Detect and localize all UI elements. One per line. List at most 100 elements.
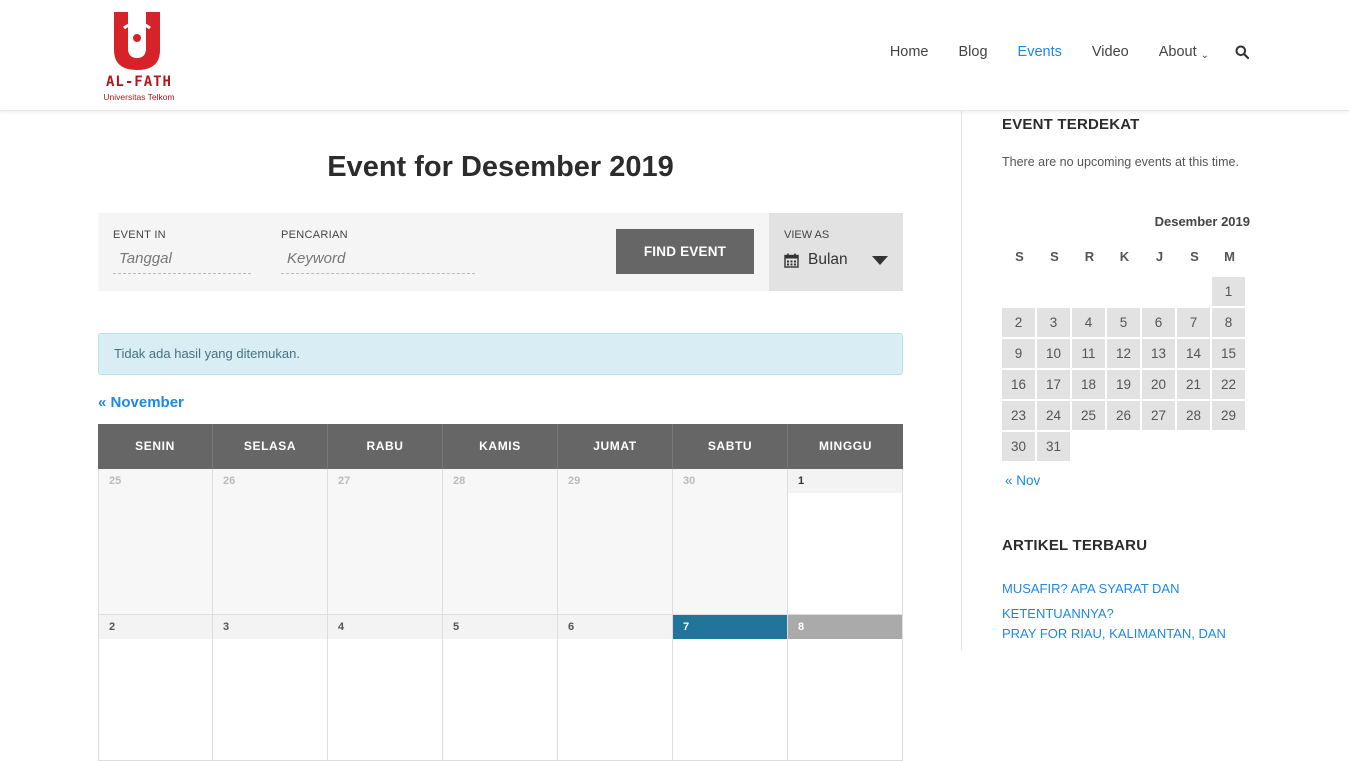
day-number: 4 [328,615,442,639]
page-title: Event for Desember 2019 [327,151,674,183]
day-number: 3 [213,615,327,639]
calendar-day[interactable]: 26 [213,469,328,615]
mini-calendar-day[interactable]: 31 [1037,432,1070,461]
calendar-day[interactable]: 2 [98,615,213,761]
mini-calendar-empty [1072,277,1105,306]
mini-calendar-dow: S S R K J S M [1002,240,1250,277]
calendar-day[interactable]: 29 [558,469,673,615]
logo-subtitle: Universitas Telkom [103,92,175,102]
recent-article-link[interactable]: MUSAFIR? APA SYARAT DAN KETENTUANNYA? [1002,576,1232,626]
mini-calendar-day[interactable]: 16 [1002,370,1035,399]
mini-calendar-day[interactable]: 8 [1212,308,1245,337]
mini-calendar-day[interactable]: 11 [1072,339,1105,368]
calendar-day[interactable]: 30 [673,469,788,615]
mini-calendar-day[interactable]: 5 [1107,308,1140,337]
mini-calendar-day[interactable]: 7 [1177,308,1210,337]
nav-blog[interactable]: Blog [959,44,988,60]
view-as-select[interactable]: VIEW AS Bulan [769,213,903,291]
day-header: KAMIS [443,424,558,469]
calendar-day[interactable]: 25 [98,469,213,615]
mini-calendar-empty [1037,277,1070,306]
recent-article-link[interactable]: PRAY FOR RIAU, KALIMANTAN, DAN [1002,626,1232,641]
find-event-button[interactable]: FIND EVENT [616,229,754,274]
mini-calendar-day[interactable]: 1 [1212,277,1245,306]
mini-calendar-day[interactable]: 25 [1072,401,1105,430]
mini-calendar-empty [1177,432,1210,461]
mini-calendar-prev-link[interactable]: « Nov [1005,473,1040,488]
logo-mark-icon [114,12,160,70]
view-as-value: Bulan [784,251,848,269]
mini-calendar-day[interactable]: 24 [1037,401,1070,430]
calendar-day[interactable]: 28 [443,469,558,615]
mini-calendar-weeks: 1 2 3 4 5 6 7 8 9 10 11 12 13 14 15 16 17 18 19 20 21 22 23 24 2… [1002,277,1250,463]
calendar-day[interactable]: 6 [558,615,673,761]
mini-calendar-day[interactable]: 3 [1037,308,1070,337]
keyword-input[interactable]: Keyword [281,250,475,274]
day-header: SELASA [213,424,328,469]
mini-calendar-empty [1107,432,1140,461]
day-header: RABU [328,424,443,469]
mini-calendar-day[interactable]: 6 [1142,308,1175,337]
mini-calendar-day[interactable]: 23 [1002,401,1035,430]
nav-video[interactable]: Video [1092,44,1129,60]
mini-calendar-day[interactable]: 2 [1002,308,1035,337]
mini-calendar-day[interactable]: 19 [1107,370,1140,399]
view-as-label: VIEW AS [784,229,830,241]
mini-calendar-day[interactable]: 10 [1037,339,1070,368]
calendar-day[interactable]: 5 [443,615,558,761]
mini-calendar-caption: Desember 2019 [1154,214,1250,229]
nav-events[interactable]: Events [1018,44,1062,60]
search-icon[interactable] [1235,45,1249,59]
calendar-day[interactable]: 27 [328,469,443,615]
mini-calendar-day[interactable]: 22 [1212,370,1245,399]
mini-calendar-day[interactable]: 17 [1037,370,1070,399]
calendar-day[interactable]: 1 [788,469,903,615]
mini-calendar: Desember 2019 S S R K J S M 1 2 3 4 5 6 7 8 9 10 1… [1002,214,1250,463]
mini-calendar-day[interactable]: 13 [1142,339,1175,368]
calendar-day-today[interactable]: 7 [673,615,788,761]
site-logo[interactable]: AL-FATH Universitas Telkom [96,8,182,104]
caret-down-icon [872,256,888,265]
upcoming-events-title: EVENT TERDEKAT [1002,116,1140,133]
mini-calendar-day[interactable]: 12 [1107,339,1140,368]
mini-dow-label: K [1119,249,1130,264]
day-number: 30 [683,475,696,487]
mini-dow-label: M [1224,249,1235,264]
mini-calendar-empty [1002,277,1035,306]
day-number: 5 [443,615,557,639]
no-results-notice: Tidak ada hasil yang ditemukan. [98,333,903,375]
day-header: SABTU [673,424,788,469]
mini-calendar-day[interactable]: 18 [1072,370,1105,399]
mini-dow-label: S [1050,249,1059,264]
calendar-day[interactable]: 3 [213,615,328,761]
nav-about[interactable]: About ⌄ [1158,44,1209,61]
mini-calendar-week: 9 10 11 12 13 14 15 [1002,339,1250,370]
mini-calendar-day[interactable]: 15 [1212,339,1245,368]
mini-calendar-day[interactable]: 26 [1107,401,1140,430]
mini-calendar-day[interactable]: 14 [1177,339,1210,368]
mini-calendar-day[interactable]: 28 [1177,401,1210,430]
day-number: 7 [673,615,787,639]
calendar-week: 2 3 4 5 6 7 8 [98,615,903,761]
mini-calendar-day[interactable]: 9 [1002,339,1035,368]
chevron-down-icon: ⌄ [1200,50,1209,61]
date-input[interactable]: Tanggal [113,250,251,274]
calendar-header: SENIN SELASA RABU KAMIS JUMAT SABTU MING… [98,424,903,469]
calendar-day[interactable]: 8 [788,615,903,761]
mini-calendar-day[interactable]: 30 [1002,432,1035,461]
day-header: MINGGU [819,439,872,453]
search-label: PENCARIAN [281,229,348,241]
event-filter-bar: EVENT IN Tanggal PENCARIAN Keyword FIND … [98,213,903,291]
mini-calendar-day[interactable]: 20 [1142,370,1175,399]
mini-calendar-day[interactable]: 29 [1212,401,1245,430]
day-number: 25 [109,475,122,487]
nav-about-label: About [1158,44,1197,60]
calendar-day[interactable]: 4 [328,615,443,761]
mini-calendar-day[interactable]: 4 [1072,308,1105,337]
mini-calendar-day[interactable]: 27 [1142,401,1175,430]
month-calendar: SENIN SELASA RABU KAMIS JUMAT SABTU MING… [98,424,903,761]
mini-calendar-day[interactable]: 21 [1177,370,1210,399]
calendar-week: 25 26 27 28 29 30 1 [98,469,903,615]
prev-month-link[interactable]: « November [98,394,184,411]
nav-home[interactable]: Home [890,44,929,60]
